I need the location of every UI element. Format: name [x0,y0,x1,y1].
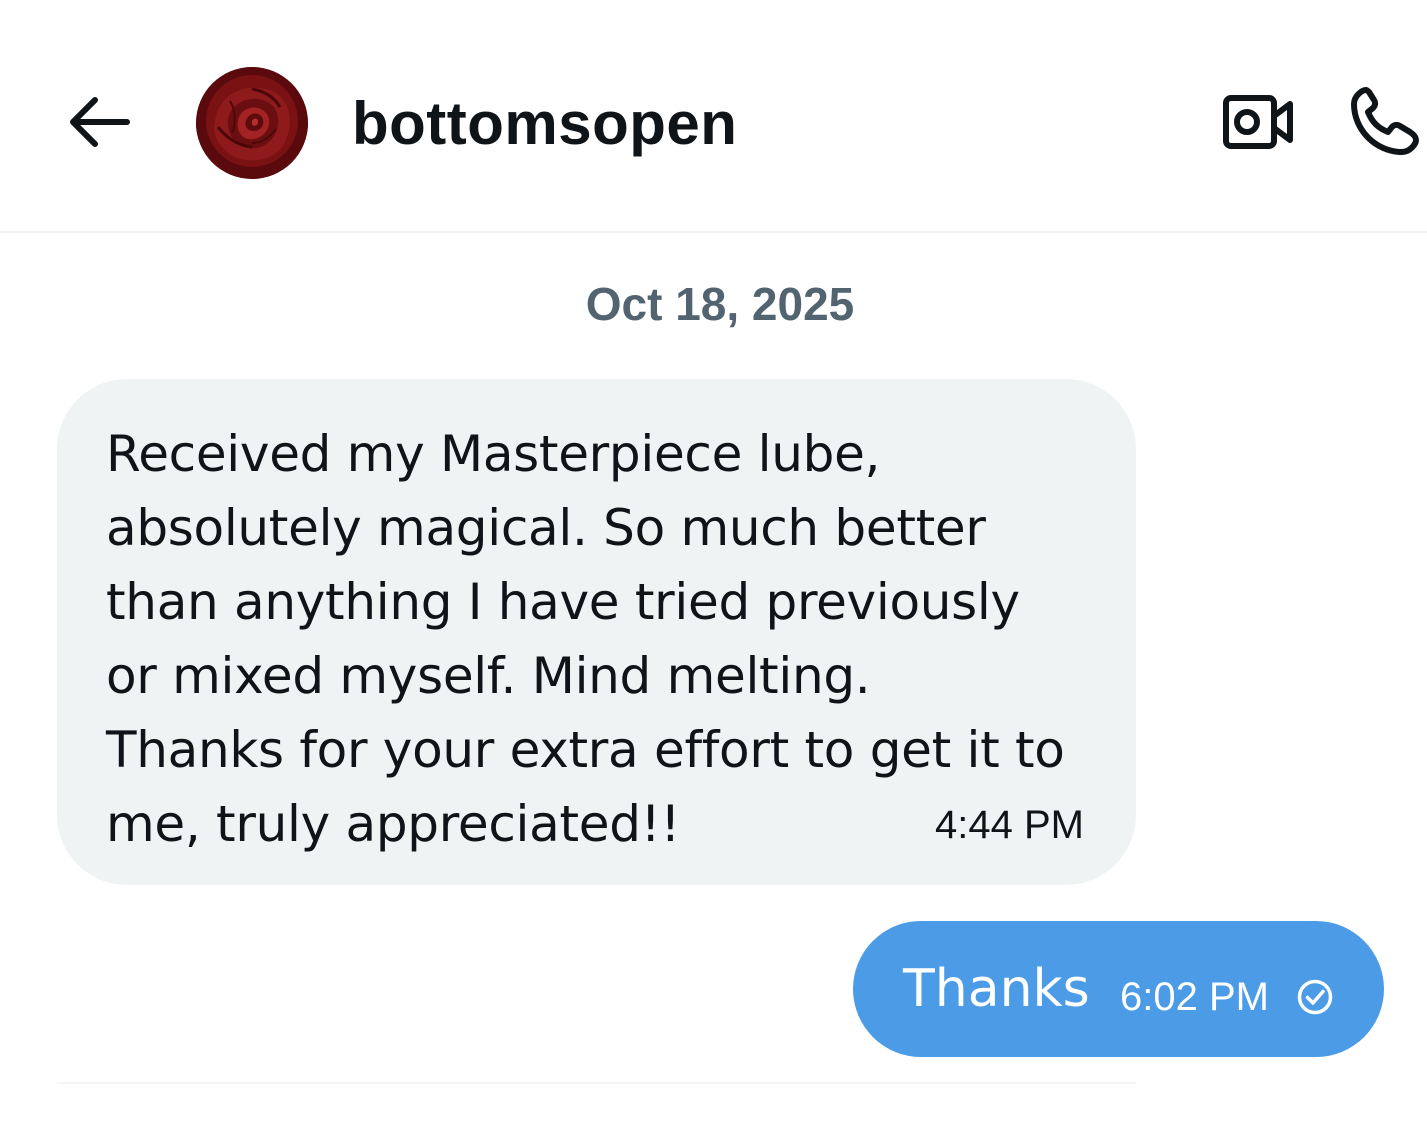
date-divider: Oct 18, 2025 [585,278,855,330]
arrow-left-icon [70,97,130,147]
incoming-message-time: 4:44 PM [935,803,1084,847]
conversation-header: bottomsopen [0,0,1427,233]
dm-conversation-screen: bottomsopen Oct 18, 2025 Received my Mas… [0,0,1427,1144]
outgoing-message-time: 6:02 PM [1120,975,1269,1019]
outgoing-message-bubble[interactable]: Thanks 6:02 PM [853,921,1384,1057]
video-camera-icon [1223,95,1293,149]
incoming-message-bubble[interactable]: Received my Masterpiece lube, absolutely… [57,379,1136,885]
phone-icon [1351,87,1419,155]
video-call-button[interactable] [1218,90,1298,154]
avatar[interactable] [196,67,308,179]
check-circle-icon [1297,979,1333,1015]
rose-avatar-icon [196,67,308,179]
back-button[interactable] [62,88,134,156]
incoming-message-text: Received my Masterpiece lube, absolutely… [106,425,1065,853]
voice-call-button[interactable] [1344,82,1424,162]
outgoing-message-text: Thanks [903,959,1090,1019]
bottom-divider [57,1082,1136,1084]
conversation-username[interactable]: bottomsopen [352,88,737,160]
